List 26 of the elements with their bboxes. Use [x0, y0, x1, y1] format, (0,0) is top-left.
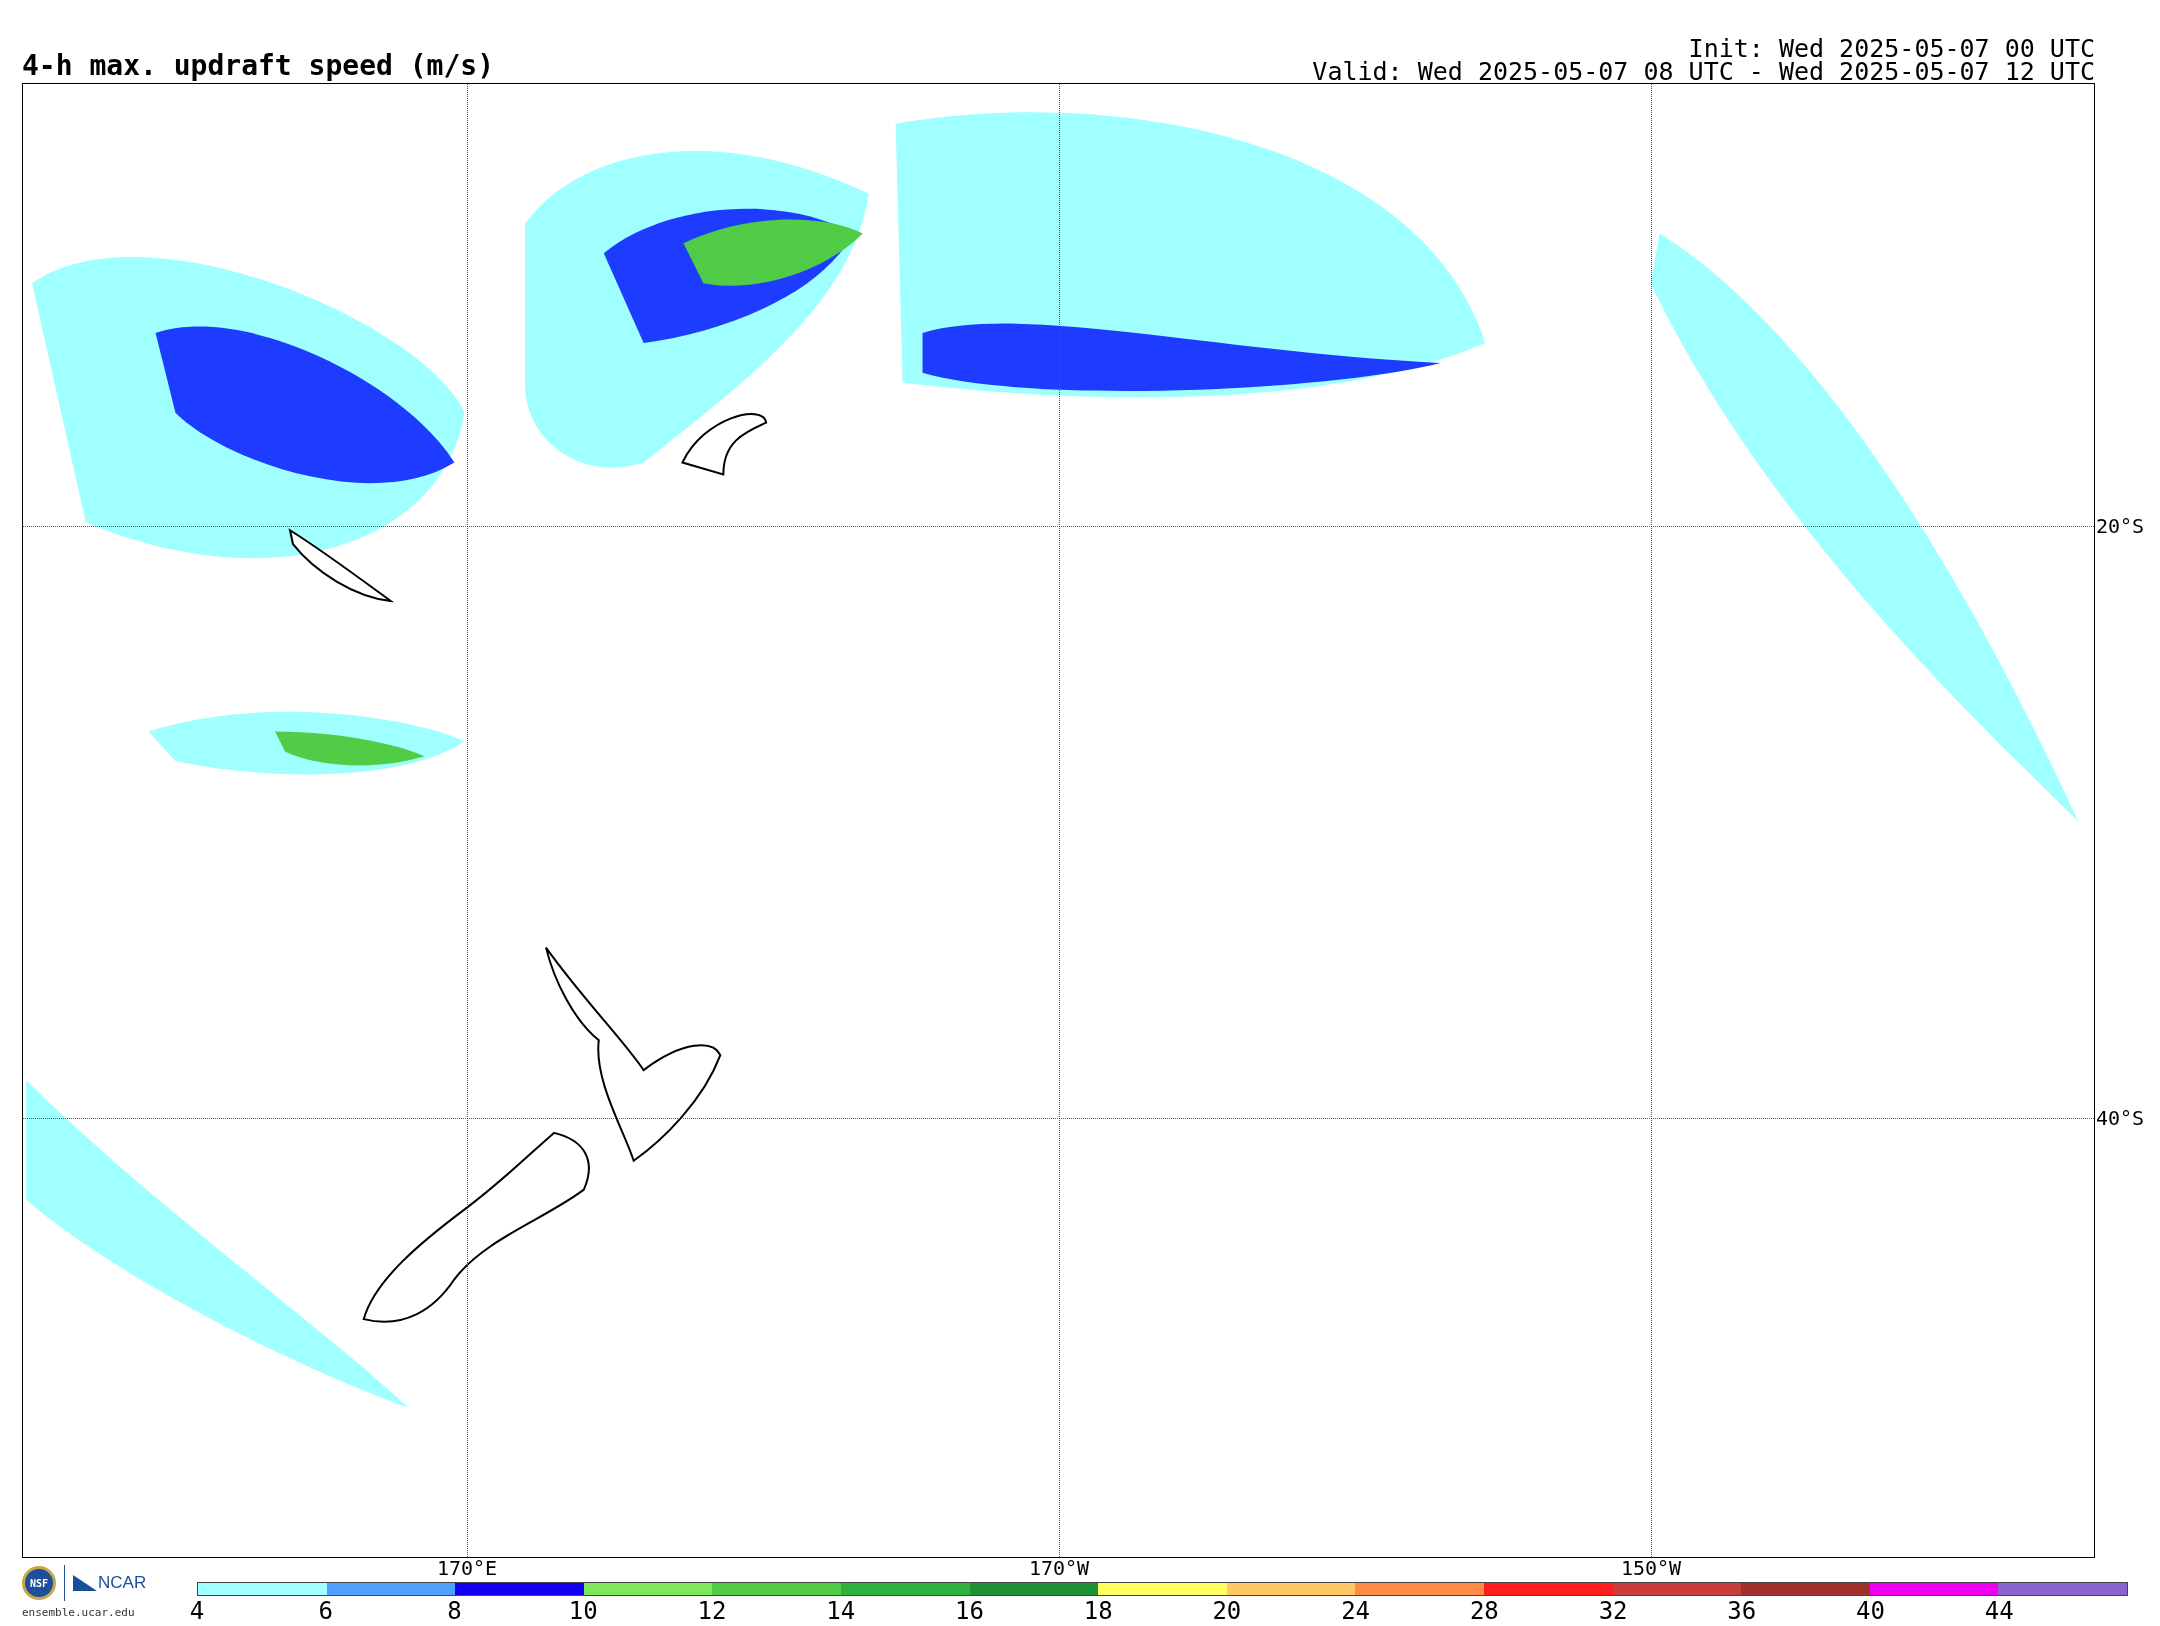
- colorbar-tick-label: 6: [318, 1598, 333, 1624]
- colorbar-tick-label: 36: [1727, 1598, 1757, 1624]
- colorbar-tick-label: 40: [1856, 1598, 1885, 1624]
- chart-title: 4-h max. updraft speed (m/s): [22, 50, 494, 81]
- colorbar-tick-label: 20: [1212, 1598, 1242, 1624]
- init-time: Init: Wed 2025-05-07 00 UTC: [1688, 36, 2095, 60]
- colorbar-tick-label: 28: [1469, 1598, 1499, 1624]
- colorbar-tick-label: 44: [1984, 1598, 2014, 1624]
- longitude-label: 170°W: [1028, 1558, 1090, 1578]
- ncar-logo: NCAR: [73, 1573, 147, 1593]
- colorbar-tick-label: 14: [826, 1598, 856, 1624]
- longitude-label: 170°E: [436, 1558, 498, 1578]
- latitude-label: 20°S: [2096, 515, 2145, 536]
- colorbar-tick-label: 32: [1598, 1598, 1628, 1624]
- nsf-emblem: NSF: [22, 1566, 56, 1600]
- colorbar-tick-label: 4: [189, 1598, 205, 1624]
- colorbar-tick-label: 10: [568, 1598, 598, 1624]
- valid-time: Valid: Wed 2025-05-07 08 UTC - Wed 2025-05-07 12 UTC: [1312, 59, 2095, 83]
- website-label: ensemble.ucar.edu: [22, 1606, 135, 1619]
- colorbar-tick-label: 24: [1341, 1598, 1371, 1624]
- longitude-label: 150°W: [1620, 1558, 1682, 1578]
- colorbar-tick-label: 18: [1083, 1598, 1113, 1624]
- colorbar-tick-label: 8: [447, 1598, 462, 1624]
- latitude-label: 40°S: [2096, 1107, 2145, 1128]
- colorbar-tick-label: 16: [954, 1598, 984, 1624]
- colorbar-tick-label: 12: [697, 1598, 727, 1624]
